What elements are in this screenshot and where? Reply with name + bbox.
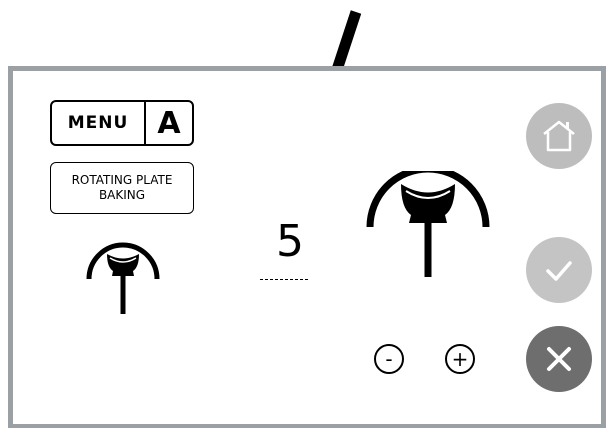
control-panel: MENU A ROTATING PLATE BAKING 5 - + xyxy=(8,66,606,428)
increase-button[interactable]: + xyxy=(445,344,475,374)
cancel-button[interactable] xyxy=(526,326,592,392)
decrease-button[interactable]: - xyxy=(374,344,404,374)
rotating-plate-large-icon xyxy=(366,171,490,277)
check-icon xyxy=(546,261,572,281)
setting-value: 5 xyxy=(276,216,304,267)
menu-button[interactable]: MENU A xyxy=(50,100,194,146)
home-icon xyxy=(543,120,575,152)
confirm-button[interactable] xyxy=(526,237,592,303)
menu-label: MENU xyxy=(52,102,146,144)
program-name-line-2: BAKING xyxy=(98,188,146,202)
value-underline xyxy=(260,279,308,280)
program-name-line-1: ROTATING PLATE xyxy=(71,173,173,187)
close-icon xyxy=(547,347,571,371)
rotating-plate-icon xyxy=(86,242,160,314)
home-button[interactable] xyxy=(526,103,592,169)
menu-letter: A xyxy=(157,105,181,141)
program-name-box[interactable]: ROTATING PLATE BAKING xyxy=(50,162,194,214)
